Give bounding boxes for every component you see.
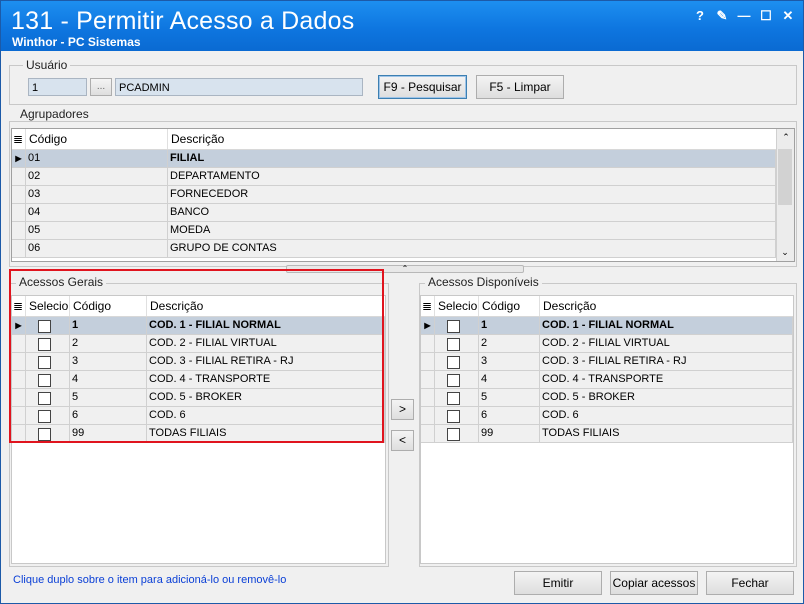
usage-hint: Clique duplo sobre o item para adicioná-… <box>13 574 287 586</box>
agrupadores-grid[interactable]: ≣ Código Descrição ▶ 01 FILIAL 02 DEPART… <box>11 128 795 262</box>
table-row[interactable]: 5 COD. 5 - BROKER <box>421 389 793 407</box>
agrupadores-label: Agrupadores <box>17 107 92 121</box>
grid-menu-icon[interactable]: ≣ <box>12 129 26 149</box>
table-row[interactable]: 06 GRUPO DE CONTAS <box>12 240 776 258</box>
minimize-icon[interactable]: — <box>737 9 751 23</box>
header-selecionar[interactable]: Selecio <box>435 296 479 316</box>
table-row[interactable]: 4 COD. 4 - TRANSPORTE <box>421 371 793 389</box>
table-row[interactable]: ▶ 01 FILIAL <box>12 150 776 168</box>
table-row[interactable]: 05 MOEDA <box>12 222 776 240</box>
edit-icon[interactable]: ✎ <box>715 9 729 23</box>
table-row[interactable]: 2 COD. 2 - FILIAL VIRTUAL <box>421 335 793 353</box>
usuario-name-field[interactable]: PCADMIN <box>115 78 363 96</box>
header-codigo[interactable]: Código <box>479 296 540 316</box>
table-row[interactable]: 03 FORNECEDOR <box>12 186 776 204</box>
close-icon[interactable]: ✕ <box>781 9 795 23</box>
add-access-button[interactable]: > <box>391 399 414 420</box>
title-bar: 131 - Permitir Acesso a Dados Winthor - … <box>1 1 803 51</box>
table-row[interactable]: 02 DEPARTAMENTO <box>12 168 776 186</box>
header-codigo[interactable]: Código <box>26 129 168 149</box>
copiar-acessos-button[interactable]: Copiar acessos <box>610 571 698 595</box>
table-row[interactable]: 6 COD. 6 <box>421 407 793 425</box>
emitir-button[interactable]: Emitir <box>514 571 602 595</box>
help-icon[interactable]: ? <box>693 9 707 23</box>
row-indicator-icon: ▶ <box>421 317 435 334</box>
acessos-disponiveis-label: Acessos Disponíveis <box>425 275 542 289</box>
table-row[interactable]: 04 BANCO <box>12 204 776 222</box>
header-descricao[interactable]: Descrição <box>168 129 776 149</box>
window-title: 131 - Permitir Acesso a Dados <box>11 7 355 35</box>
select-checkbox[interactable] <box>447 428 460 441</box>
window-subtitle: Winthor - PC Sistemas <box>12 35 141 49</box>
select-checkbox[interactable] <box>447 338 460 351</box>
scroll-thumb[interactable] <box>778 149 792 205</box>
usuario-lookup-button[interactable]: ... <box>90 78 112 96</box>
limpar-button[interactable]: F5 - Limpar <box>476 75 564 99</box>
remove-access-button[interactable]: < <box>391 430 414 451</box>
select-checkbox[interactable] <box>447 374 460 387</box>
usuario-label: Usuário <box>23 58 71 72</box>
main-window: 131 - Permitir Acesso a Dados Winthor - … <box>0 0 804 604</box>
agrupadores-scrollbar[interactable]: ⌃ ⌄ <box>776 129 794 261</box>
select-checkbox[interactable] <box>447 356 460 369</box>
row-indicator-icon: ▶ <box>12 150 26 167</box>
header-descricao[interactable]: Descrição <box>540 296 793 316</box>
select-checkbox[interactable] <box>447 410 460 423</box>
usuario-code-field[interactable]: 1 <box>28 78 87 96</box>
select-checkbox[interactable] <box>447 320 460 333</box>
fechar-button[interactable]: Fechar <box>706 571 794 595</box>
table-row[interactable]: 99 TODAS FILIAIS <box>421 425 793 443</box>
pesquisar-button[interactable]: F9 - Pesquisar <box>378 75 467 99</box>
select-checkbox[interactable] <box>447 392 460 405</box>
highlight-box <box>9 269 384 443</box>
table-row[interactable]: ▶ 1 COD. 1 - FILIAL NORMAL <box>421 317 793 335</box>
table-row[interactable]: 3 COD. 3 - FILIAL RETIRA - RJ <box>421 353 793 371</box>
scroll-down-icon[interactable]: ⌄ <box>777 247 793 258</box>
maximize-icon[interactable]: ☐ <box>759 9 773 23</box>
acessos-disponiveis-grid[interactable]: ≣ Selecio Código Descrição ▶ 1 COD. 1 - … <box>420 295 794 564</box>
grid-menu-icon[interactable]: ≣ <box>421 296 435 316</box>
scroll-up-icon[interactable]: ⌃ <box>777 132 794 143</box>
